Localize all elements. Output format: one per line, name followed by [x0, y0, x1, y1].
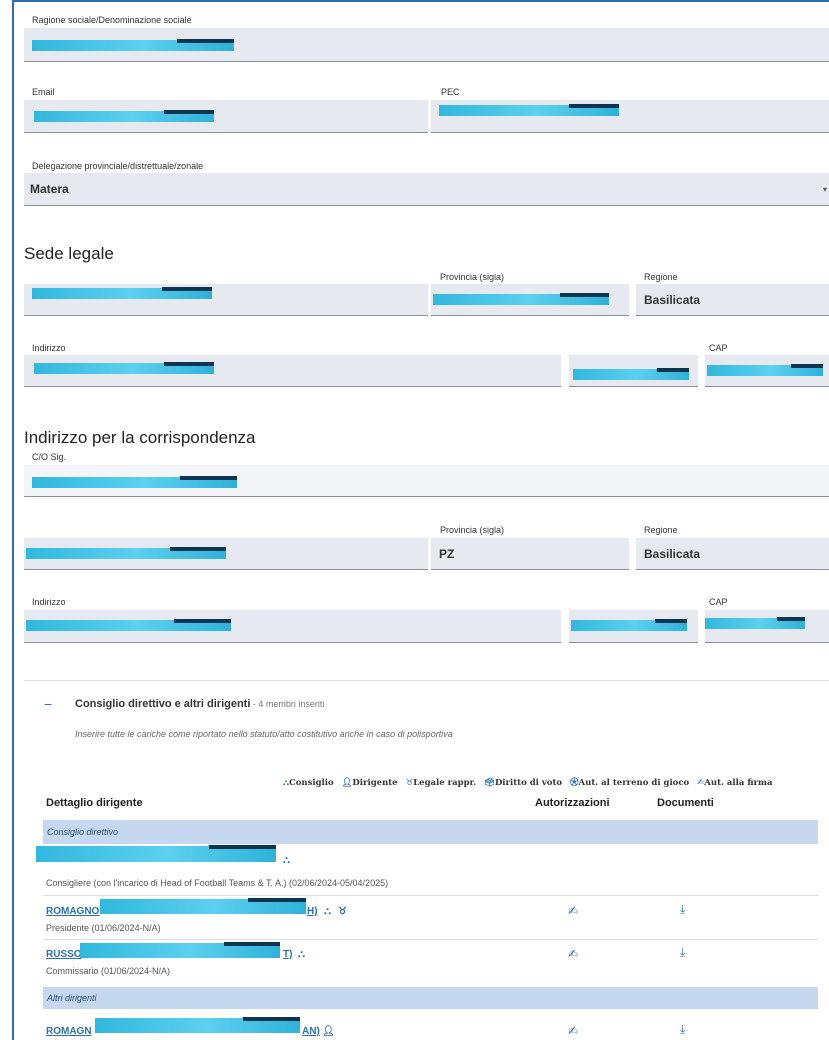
members-count: - 4 membri inseriti: [250, 699, 325, 709]
sede-cap-label: CAP: [709, 343, 728, 353]
redacted-value: [705, 617, 805, 629]
edit-authorization-icon[interactable]: ✍︎: [568, 1024, 578, 1038]
corr-cap-label: CAP: [709, 597, 728, 607]
redacted-value: [573, 368, 689, 380]
redacted-value: [26, 547, 226, 559]
person-icon: 👤︎: [322, 1026, 335, 1037]
legend-voto: Diritto di voto: [494, 778, 563, 788]
corr-regione-value: Basilicata: [644, 546, 701, 561]
download-icon[interactable]: ⤓: [680, 945, 685, 960]
legend-terreno: Aut. al terreno di gioco: [578, 778, 690, 788]
redacted-value: [32, 287, 212, 299]
ragione-sociale-field[interactable]: [24, 28, 829, 62]
corr-civico-field[interactable]: [569, 610, 698, 643]
sede-indirizzo-field[interactable]: [24, 355, 561, 387]
dirigente-link-suffix[interactable]: AN): [302, 1026, 320, 1037]
corr-provincia-field[interactable]: PZ: [431, 538, 629, 570]
edit-authorization-icon[interactable]: ✍︎: [568, 904, 578, 918]
row-role: Presidente (01/06/2024-N/A): [46, 923, 161, 933]
sede-cap-field[interactable]: [705, 355, 829, 387]
col-documenti: Documenti: [657, 797, 714, 809]
col-autorizzazioni: Autorizzazioni: [535, 797, 610, 809]
co-label: C/O Sig.: [32, 452, 67, 462]
redacted-value: [32, 39, 234, 51]
frame-left-border: [12, 0, 14, 1040]
legend-dirigente: Dirigente: [352, 778, 398, 788]
redacted-name: [95, 1017, 300, 1033]
co-field[interactable]: [24, 465, 829, 497]
download-icon[interactable]: ⤓: [680, 1022, 685, 1037]
corr-comune-field[interactable]: [24, 538, 428, 570]
redacted-value: [34, 362, 214, 374]
delegazione-label: Delegazione provinciale/distrettuale/zon…: [32, 161, 204, 171]
sede-comune-field[interactable]: [24, 284, 428, 316]
sede-provincia-label: Provincia (sigla): [440, 272, 505, 282]
dirigente-link[interactable]: ROMAGN: [46, 1026, 92, 1037]
org-chart-icon: ⛬: [324, 906, 331, 917]
sede-provincia-field[interactable]: [431, 284, 629, 316]
pec-field[interactable]: [431, 100, 829, 133]
sede-indirizzo-label: Indirizzo: [32, 343, 66, 353]
sede-legale-title: Sede legale: [24, 244, 114, 263]
redacted-name: [80, 942, 280, 958]
redacted-value: [34, 110, 214, 122]
ballot-icon: 🗳︎: [484, 778, 495, 788]
redacted-value: [439, 104, 619, 116]
corr-provincia-label: Provincia (sigla): [440, 525, 505, 535]
corr-regione-label: Regione: [644, 525, 678, 535]
redacted-value: [26, 619, 231, 631]
legend-firma: Aut. alla firma: [704, 778, 773, 788]
person-icon: 👤︎: [341, 778, 353, 788]
row-divider: [43, 939, 818, 940]
redacted-value: [707, 364, 823, 376]
consiglio-hint: Inserire tutte le cariche come riportato…: [75, 729, 453, 739]
corr-provincia-value: PZ: [439, 546, 455, 561]
consiglio-panel-title[interactable]: Consiglio direttivo e altri dirigenti - …: [75, 698, 324, 710]
delegazione-select[interactable]: Matera ▾: [24, 173, 829, 206]
redacted-name: [100, 898, 306, 914]
ball-icon: ⚽︎: [570, 778, 579, 788]
pec-label: PEC: [441, 87, 460, 97]
dirigente-link[interactable]: ROMAGNO: [46, 906, 99, 917]
corr-cap-field[interactable]: [705, 610, 829, 643]
corr-indirizzo-field[interactable]: [24, 610, 561, 643]
sede-civico-field[interactable]: [569, 355, 698, 387]
redacted-value: [571, 619, 687, 631]
org-chart-icon: ⛬: [298, 949, 305, 960]
scales-icon: ♉︎: [338, 906, 347, 917]
corr-regione-field[interactable]: Basilicata: [636, 538, 829, 570]
edit-authorization-icon[interactable]: ✍︎: [568, 947, 578, 961]
sede-regione-label: Regione: [644, 272, 678, 282]
divider: [24, 680, 829, 681]
download-icon[interactable]: ⤓: [680, 902, 685, 917]
group-altri-dirigenti: Altri dirigenti: [43, 987, 818, 1009]
consiglio-title-text: Consiglio direttivo e altri dirigenti: [75, 698, 251, 710]
redacted-value: [433, 293, 609, 305]
email-label: Email: [32, 87, 55, 97]
legend-consiglio: Consiglio: [288, 778, 334, 788]
col-dettaglio: Dettaglio dirigente: [46, 797, 143, 809]
delegazione-value: Matera: [30, 182, 69, 196]
group-consiglio-direttivo: Consiglio direttivo: [43, 820, 818, 844]
caret-down-icon: ▾: [822, 185, 827, 194]
dirigente-link[interactable]: RUSSO: [46, 949, 82, 960]
row-divider: [43, 895, 818, 896]
row-role: Commissario (01/06/2024-N/A): [46, 966, 171, 976]
dirigente-link-suffix[interactable]: T): [283, 949, 292, 960]
legend-legale: Legale rappr.: [413, 778, 477, 788]
corr-indirizzo-label: Indirizzo: [32, 597, 66, 607]
ragione-sociale-label: Ragione sociale/Denominazione sociale: [32, 15, 192, 25]
sede-regione-field[interactable]: Basilicata: [636, 284, 829, 316]
icon-legend: ⛬Consiglio 👤︎Dirigente ♉︎Legale rappr. 🗳…: [283, 776, 773, 788]
redacted-value: [32, 476, 237, 488]
collapse-toggle[interactable]: −: [44, 696, 52, 712]
row-role: Consigliere (con l'incarico di Head of F…: [46, 878, 389, 888]
redacted-name: [36, 845, 276, 862]
corrispondenza-title: Indirizzo per la corrispondenza: [24, 428, 256, 447]
dirigente-link-suffix[interactable]: H): [307, 906, 318, 917]
email-field[interactable]: [24, 100, 428, 133]
frame-top-border: [12, 0, 829, 2]
org-chart-icon: ⛬: [283, 855, 290, 866]
sede-regione-value: Basilicata: [644, 292, 701, 307]
